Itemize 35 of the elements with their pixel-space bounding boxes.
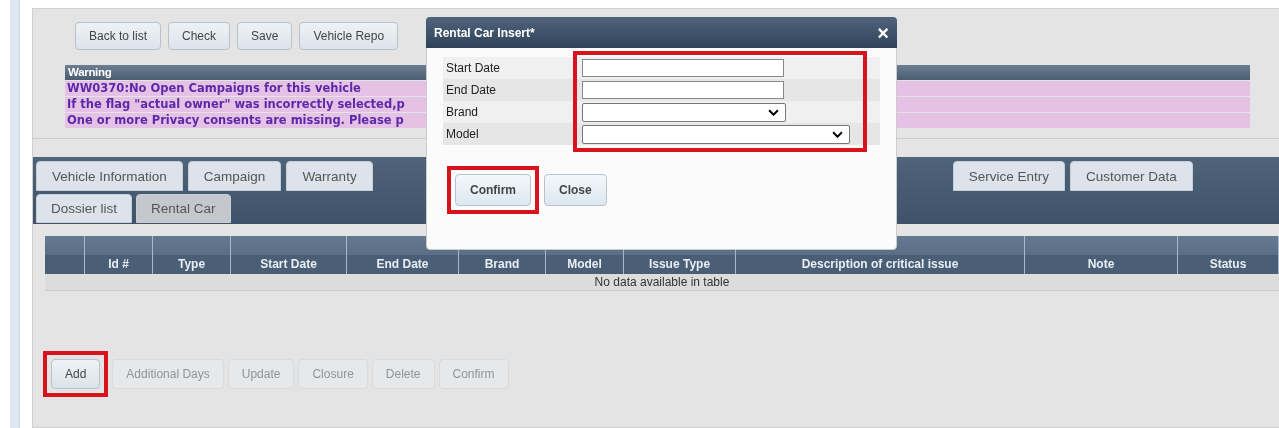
dialog-button[interactable]: Confirm [455,174,531,206]
column-label: Id # [108,258,129,270]
column-label: Brand [484,258,520,270]
column-label: Start Date [260,258,317,270]
toolbar-button[interactable]: Vehicle Repo [299,22,399,50]
toolbar-button[interactable]: Check [168,22,231,50]
input-field[interactable] [582,59,784,77]
toolbar-button[interactable]: Back to list [75,22,162,50]
column-label: Model [567,258,602,270]
column-label: Note [1087,258,1115,270]
column-label: Description of critical issue [801,258,959,270]
field-label: Model [445,127,480,141]
tab[interactable]: Dossier list [36,194,132,223]
input-field[interactable] [582,81,784,99]
dialog-title: Rental Car Insert* [434,25,535,40]
close-button[interactable]: × [877,22,889,43]
tab[interactable]: Service Entry [952,161,1065,191]
dialog-button[interactable]: Close [544,174,607,206]
tab[interactable]: Vehicle Information [36,161,183,191]
empty-table-message: No data available in table [594,275,730,289]
dropdown[interactable] [582,124,850,144]
toolbar-button[interactable]: Save [237,22,293,50]
column-label: Status [1209,258,1247,270]
action-button[interactable]: Add [51,359,101,389]
tab[interactable]: Rental Car [136,194,231,223]
dropdown[interactable] [582,102,786,122]
chevron-down-icon [832,130,843,138]
field-label: End Date [445,83,498,97]
tab[interactable]: Campaign [187,161,282,191]
chevron-down-icon [768,108,779,116]
column-label: End Date [376,258,429,270]
tab[interactable]: Warranty [286,161,373,191]
column-label: Type [177,258,206,270]
column-label: Issue Type [648,258,711,270]
tab[interactable]: Customer Data [1069,161,1193,191]
